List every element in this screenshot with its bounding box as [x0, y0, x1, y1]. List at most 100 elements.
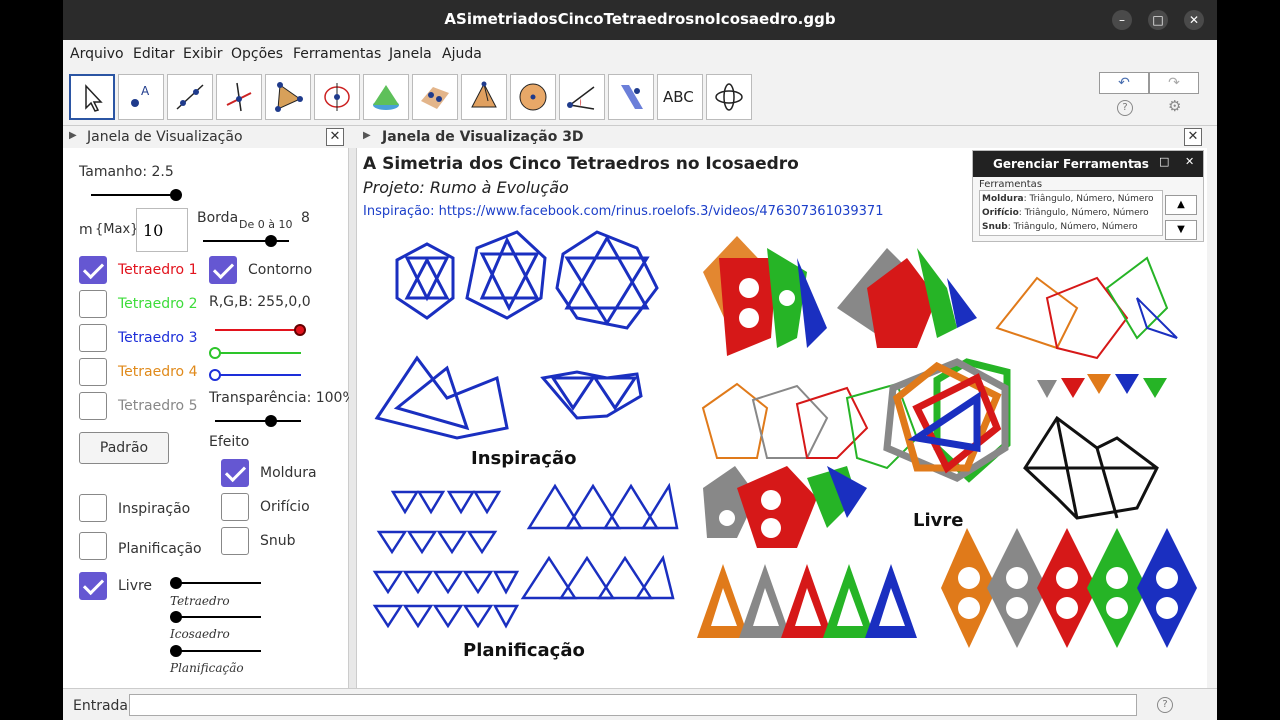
text-tool[interactable]: ABC [657, 74, 703, 120]
close-button[interactable]: ✕ [1184, 10, 1204, 30]
close-graphics-view-button[interactable]: ✕ [326, 128, 344, 146]
menu-exibir[interactable]: Exibir [183, 46, 223, 62]
tool-manager-title: Gerenciar Ferramentas [993, 157, 1149, 171]
border-slider-knob[interactable] [265, 235, 277, 247]
plan-slider[interactable] [175, 650, 261, 652]
angle-tool[interactable] [559, 74, 605, 120]
red-slider-knob[interactable] [294, 324, 306, 336]
frame-checkbox[interactable] [221, 459, 249, 487]
bottom-frames [697, 564, 917, 638]
cone-tool[interactable] [363, 74, 409, 120]
maximize-button[interactable]: □ [1148, 10, 1168, 30]
menu-janela[interactable]: Janela [389, 46, 432, 62]
input-help-icon[interactable]: ? [1157, 697, 1173, 713]
perpendicular-tool[interactable] [216, 74, 262, 120]
toolbar: A ABC ↶ ↷ ? ⚙ [63, 68, 1217, 126]
tools-section-label: Ferramentas [979, 179, 1043, 190]
line-tool[interactable] [167, 74, 213, 120]
help-icon[interactable]: ? [1117, 100, 1133, 116]
free-checkbox[interactable] [79, 572, 107, 600]
move-up-button[interactable]: ▲ [1165, 195, 1197, 215]
transparency-slider-knob[interactable] [265, 415, 277, 427]
reflect-plane-icon [621, 85, 643, 109]
tetra1-checkbox[interactable] [79, 256, 107, 284]
list-item[interactable]: Snub: Triângulo, Número, Número [982, 220, 1160, 234]
list-item[interactable]: Orifício: Triângulo, Número, Número [982, 206, 1160, 220]
tetra-slider-label: Tetraedro [170, 594, 230, 608]
tools-list[interactable]: Moldura: Triângulo, Número, Número Orifí… [979, 190, 1163, 236]
list-item[interactable]: Moldura: Triângulo, Número, Número [982, 192, 1160, 206]
title-bar: ASimetriadosCincoTetraedrosnoIcosaedro.g… [63, 0, 1217, 40]
view3d-canvas[interactable]: A Simetria dos Cinco Tetraedros no Icosa… [357, 148, 1207, 688]
panel-toggle-icon[interactable]: ▶ [69, 130, 77, 141]
sphere-tool[interactable] [510, 74, 556, 120]
move-down-button[interactable]: ▼ [1165, 220, 1197, 240]
reflect-tool[interactable] [608, 74, 654, 120]
m-label: m [79, 222, 93, 238]
tetra-slider-knob[interactable] [170, 577, 182, 589]
contour-checkbox[interactable] [209, 256, 237, 284]
line-icon [176, 84, 204, 110]
menu-editar[interactable]: Editar [133, 46, 174, 62]
menu-arquivo[interactable]: Arquivo [70, 46, 124, 62]
plane-tool[interactable] [412, 74, 458, 120]
rotate-view-tool[interactable] [706, 74, 752, 120]
move-tool[interactable] [69, 74, 115, 120]
panel3d-toggle-icon[interactable]: ▶ [363, 130, 371, 141]
icosa-slider[interactable] [175, 616, 261, 618]
hole-checkbox[interactable] [221, 493, 249, 521]
green-slider[interactable] [215, 352, 301, 354]
inspiration-caption: Inspiração [471, 448, 577, 469]
snub-checkbox[interactable] [221, 527, 249, 555]
undo-button[interactable]: ↶ [1099, 72, 1149, 94]
blue-slider-knob[interactable] [209, 369, 221, 381]
max-input[interactable]: 10 [136, 208, 188, 252]
menu-ferramentas[interactable]: Ferramentas [293, 46, 381, 62]
icosa-slider-knob[interactable] [170, 611, 182, 623]
plane-points-icon [421, 87, 449, 109]
polygon-tool[interactable] [265, 74, 311, 120]
inspiration-wireframes [374, 230, 659, 440]
tetra4-checkbox[interactable] [79, 358, 107, 386]
tetra5-checkbox[interactable] [79, 392, 107, 420]
redo-button[interactable]: ↷ [1149, 72, 1199, 94]
default-button[interactable]: Padrão [79, 432, 169, 464]
menu-ajuda[interactable]: Ajuda [442, 46, 482, 62]
close-view3d-button[interactable]: ✕ [1184, 128, 1202, 146]
black-wireframe [1023, 415, 1159, 520]
circle-tool[interactable] [314, 74, 360, 120]
green-slider-knob[interactable] [209, 347, 221, 359]
size-slider-knob[interactable] [170, 189, 182, 201]
tetra2-checkbox[interactable] [79, 290, 107, 318]
planification-checkbox[interactable] [79, 532, 107, 560]
minimize-button[interactable]: – [1112, 10, 1132, 30]
tetra-slider[interactable] [175, 582, 261, 584]
panel-divider[interactable] [349, 148, 357, 688]
tool-manager-maximize[interactable]: □ [1159, 155, 1169, 168]
tool-manager-close[interactable]: ✕ [1185, 155, 1194, 168]
tetra3-checkbox[interactable] [79, 324, 107, 352]
tool-manager-minimize[interactable]: – [1131, 155, 1137, 168]
size-slider[interactable] [91, 194, 177, 196]
inspiration-checkbox[interactable] [79, 494, 107, 522]
free-caption: Livre [913, 510, 964, 531]
transparency-slider[interactable] [215, 420, 301, 422]
hole-strips [941, 528, 1197, 648]
point-tool[interactable]: A [118, 74, 164, 120]
menu-opcoes[interactable]: Opções [231, 46, 283, 62]
input-field[interactable] [129, 694, 1137, 716]
tool-manager-header: Gerenciar Ferramentas – □ ✕ [973, 151, 1203, 177]
snub-middle [701, 382, 919, 470]
settings-icon[interactable]: ⚙ [1168, 97, 1181, 115]
snub-top [995, 256, 1178, 360]
graphics-view: Tamanho: 2.5 m {Max} 10 Borda De 0 à 10 … [63, 148, 356, 688]
pyramid-tool[interactable] [461, 74, 507, 120]
plan-slider-knob[interactable] [170, 645, 182, 657]
tetra4-label: Tetraedro 4 [118, 364, 198, 380]
blue-slider[interactable] [215, 374, 301, 376]
frame-label: Moldura [260, 465, 317, 481]
red-slider[interactable] [215, 329, 301, 331]
effect-label: Efeito [209, 434, 250, 450]
view3d-header: ▶ Janela de Visualização 3D ✕ [357, 126, 1217, 148]
input-bar: Entrada: ? [63, 688, 1217, 720]
